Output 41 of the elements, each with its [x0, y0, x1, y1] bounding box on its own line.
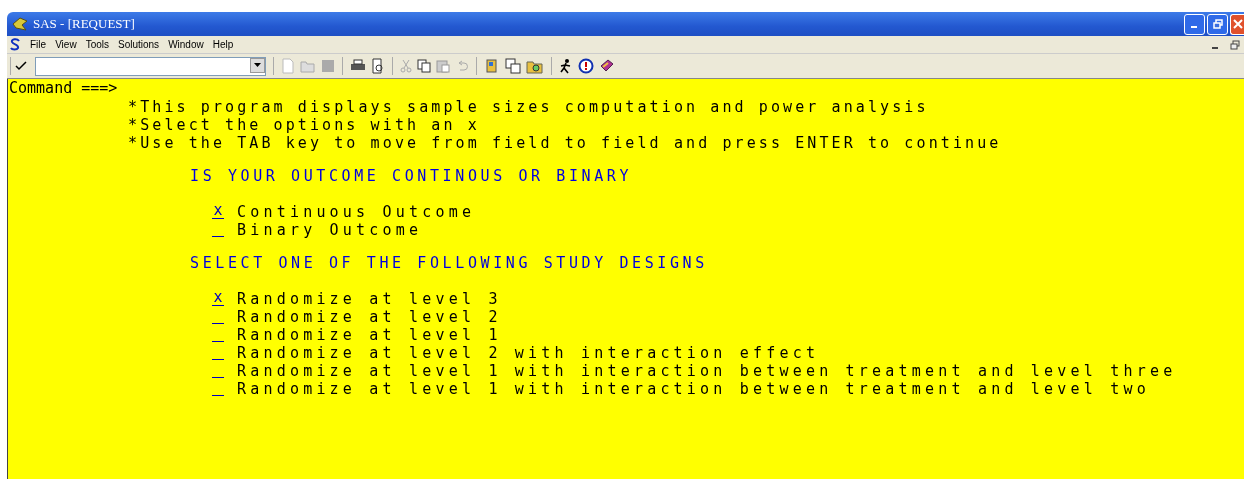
instruction-text: *Select the options with an x — [128, 116, 481, 134]
print-icon[interactable] — [350, 59, 366, 73]
restore-icon[interactable] — [1212, 19, 1223, 29]
option-label: Randomize at level 1 with interaction between treatment and level three — [237, 362, 1177, 380]
instruction-text: *This program displays sample sizes computation and power analysis — [128, 98, 930, 116]
copy-icon[interactable] — [417, 59, 431, 73]
menu-item[interactable]: View — [55, 39, 77, 50]
menu-item[interactable]: Help — [212, 39, 234, 50]
running-person-icon[interactable] — [559, 58, 573, 74]
window-title: SAS - [REQUEST] — [33, 16, 135, 32]
restore-icon[interactable] — [1230, 39, 1240, 50]
close-button[interactable] — [1230, 13, 1244, 35]
command-prompt: Command ===> — [8, 79, 118, 97]
instruction-text: *Use the TAB key to move from field to field and press ENTER to continue — [128, 134, 1003, 152]
app-icon — [12, 17, 28, 31]
option-label: Randomize at level 3 — [237, 290, 502, 308]
option-label: Binary Outcome — [237, 221, 423, 239]
minimize-button[interactable] — [1184, 13, 1205, 35]
section-heading: IS YOUR OUTCOME CONTINOUS OR BINARY — [189, 167, 634, 185]
menu-item[interactable]: Tools — [85, 39, 109, 50]
option-label: Randomize at level 1 — [237, 326, 502, 344]
selection-field[interactable]: x — [212, 290, 224, 306]
option-label: Randomize at level 1 with interaction between treatment and level two — [237, 380, 1150, 398]
menu-item[interactable]: Solutions — [118, 39, 160, 50]
option-label: Randomize at level 2 with interaction effect — [237, 344, 820, 362]
menu-item[interactable]: Window — [168, 39, 204, 50]
dropdown-caret-icon[interactable] — [254, 63, 261, 67]
book-icon[interactable] — [484, 58, 500, 74]
check-button[interactable] — [10, 57, 30, 75]
section-heading: SELECT ONE OF THE FOLLOWING STUDY DESIGNS — [189, 254, 709, 272]
restore-button[interactable] — [1207, 13, 1228, 35]
option-label: Continuous Outcome — [237, 203, 476, 221]
checkmark-icon[interactable] — [14, 61, 27, 71]
selection-field[interactable]: x — [212, 203, 224, 219]
alert-icon[interactable] — [578, 58, 594, 74]
folder-search-icon[interactable] — [526, 58, 544, 74]
print-preview-icon[interactable] — [371, 58, 385, 74]
windows-icon[interactable] — [505, 58, 521, 74]
close-icon[interactable] — [1232, 19, 1243, 29]
menu-item[interactable]: File — [30, 39, 47, 50]
option-label: Randomize at level 2 — [237, 308, 502, 326]
